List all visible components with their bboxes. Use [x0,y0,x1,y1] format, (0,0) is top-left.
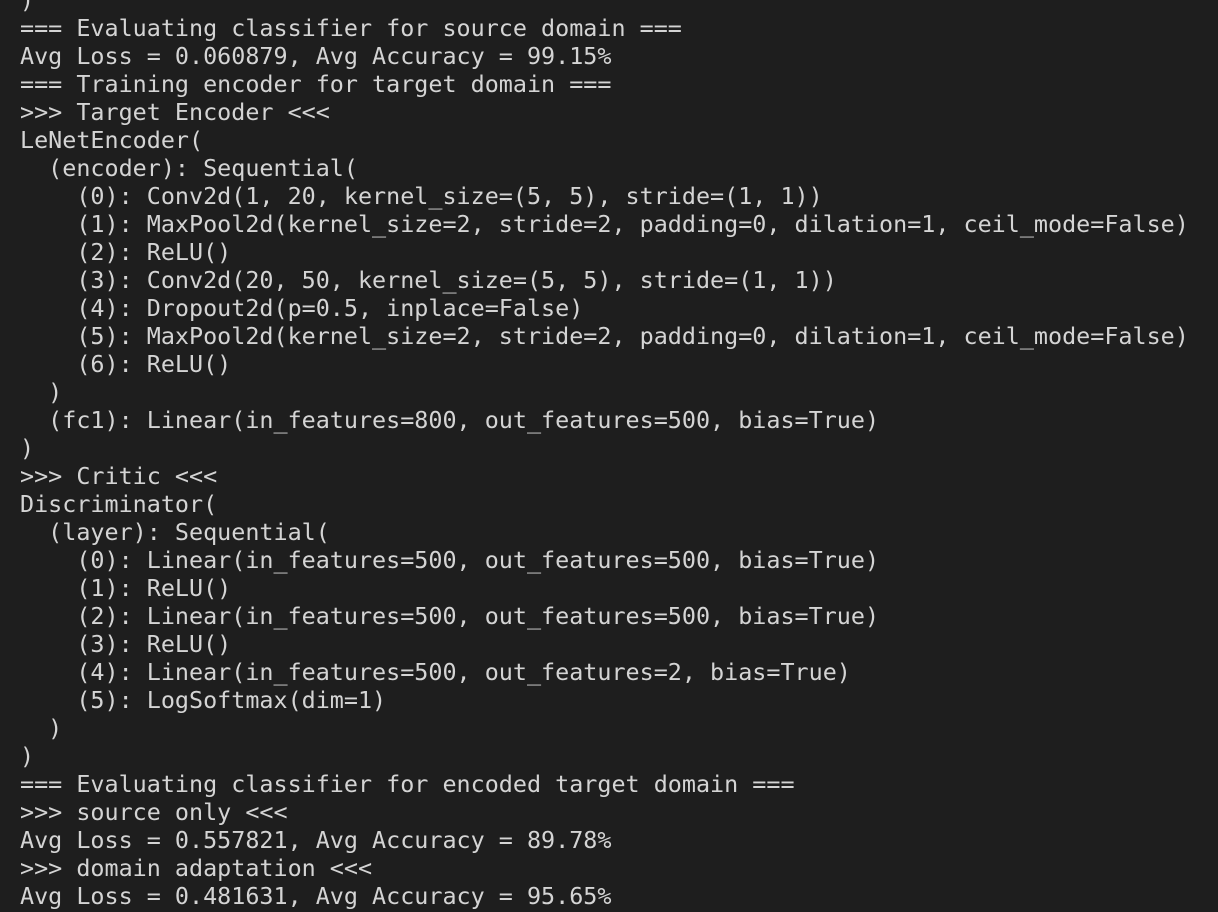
terminal-line: (4): Linear(in_features=500, out_feature… [20,658,851,686]
terminal-line: ) [20,434,35,462]
terminal-line: ) [20,714,63,742]
terminal-line: (encoder): Sequential( [20,154,358,182]
terminal-line: (2): Linear(in_features=500, out_feature… [20,602,880,630]
terminal-output[interactable]: ) === Evaluating classifier for source d… [0,0,1218,912]
terminal-line: Avg Loss = 0.060879, Avg Accuracy = 99.1… [20,42,612,70]
terminal-line: Discriminator( [20,490,218,518]
terminal-line: (5): MaxPool2d(kernel_size=2, stride=2, … [20,322,1189,350]
terminal-line: (3): Conv2d(20, 50, kernel_size=(5, 5), … [20,266,837,294]
terminal-line: Avg Loss = 0.481631, Avg Accuracy = 95.6… [20,882,612,910]
terminal-line: >>> Critic <<< [20,462,218,490]
terminal-line: (0): Linear(in_features=500, out_feature… [20,546,880,574]
terminal-line: (2): ReLU() [20,238,232,266]
terminal-line: ) [20,742,35,770]
terminal-line: (1): ReLU() [20,574,232,602]
terminal-line: (5): LogSoftmax(dim=1) [20,686,387,714]
terminal-line: (0): Conv2d(1, 20, kernel_size=(5, 5), s… [20,182,823,210]
terminal-line: (1): MaxPool2d(kernel_size=2, stride=2, … [20,210,1189,238]
terminal-line: Avg Loss = 0.557821, Avg Accuracy = 89.7… [20,826,612,854]
terminal-line: ) [20,0,35,14]
terminal-line: === Training encoder for target domain =… [20,70,612,98]
terminal-line: (6): ReLU() [20,350,232,378]
terminal-line: >>> Target Encoder <<< [20,98,330,126]
terminal-line: (4): Dropout2d(p=0.5, inplace=False) [20,294,584,322]
terminal-line: ) [20,378,63,406]
terminal-line: (layer): Sequential( [20,518,330,546]
terminal-line: >>> domain adaptation <<< [20,854,373,882]
terminal-line: LeNetEncoder( [20,126,204,154]
terminal-line: === Evaluating classifier for encoded ta… [20,770,795,798]
terminal-lines: ) === Evaluating classifier for source d… [20,0,1189,910]
terminal-line: === Evaluating classifier for source dom… [20,14,682,42]
terminal-line: >>> source only <<< [20,798,288,826]
terminal-line: (3): ReLU() [20,630,232,658]
terminal-line: (fc1): Linear(in_features=800, out_featu… [20,406,880,434]
